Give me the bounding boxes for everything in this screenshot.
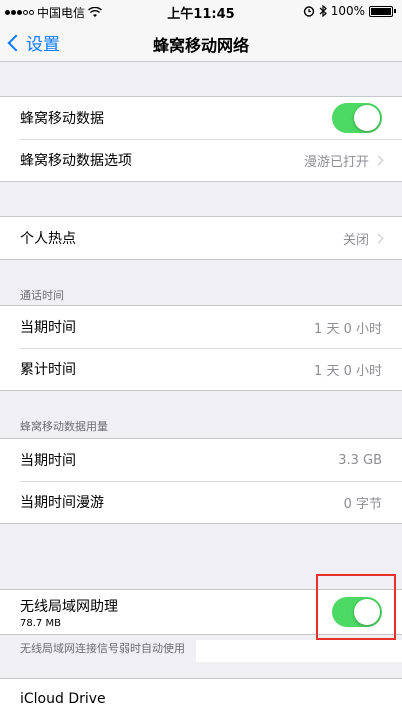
wifi-assist-note: 无线局域网连接信号弱时自动使用 [20, 642, 185, 655]
chevron-right-icon [373, 155, 384, 165]
icloud-label: iCloud Drive [20, 691, 106, 707]
hotspot-label: 个人热点 [20, 231, 76, 247]
bluetooth-icon [319, 5, 327, 17]
usage-current-value: 3.3 GB [338, 452, 382, 468]
cellular-data-label: 蜂窝移动数据 [20, 111, 104, 127]
battery-icon [369, 5, 393, 17]
chevron-right-icon [373, 233, 384, 243]
hotspot-row[interactable]: 个人热点 关闭 [0, 217, 402, 259]
usage-current-label: 当期时间 [20, 453, 76, 469]
nav-bar: 设置 蜂窝移动网络 [0, 22, 402, 62]
cellular-options-label: 蜂窝移动数据选项 [20, 153, 132, 169]
status-right: 100% [303, 4, 396, 18]
usage-current-row: 当期时间 3.3 GB [0, 439, 402, 481]
data-usage-group: 当期时间 3.3 GB 当期时间漫游 0 字节 [0, 438, 402, 524]
highlight-box [316, 574, 396, 640]
icloud-row[interactable]: iCloud Drive [0, 679, 402, 714]
white-overlay [196, 640, 402, 662]
call-current-value: 1 天 0 小时 [314, 321, 382, 337]
page-title: 蜂窝移动网络 [152, 36, 249, 55]
cellular-data-row: 蜂窝移动数据 [0, 97, 402, 139]
call-time-header: 通话时间 [20, 289, 64, 302]
hotspot-value: 关闭 [342, 232, 369, 248]
cellular-options-value: 漫游已打开 [303, 154, 369, 170]
status-bar: 中国电信 上午11:45 100% [0, 0, 402, 22]
hotspot-value-wrap: 关闭 [342, 229, 384, 248]
call-current-label: 当期时间 [20, 320, 76, 336]
icloud-group: iCloud Drive [0, 678, 402, 714]
call-total-label: 累计时间 [20, 362, 76, 378]
wifi-assist-label: 无线局域网助理 [20, 598, 118, 615]
cellular-options-row[interactable]: 蜂窝移动数据选项 漫游已打开 [0, 139, 402, 181]
battery-percent: 100% [330, 4, 365, 18]
wifi-assist-size: 78.7 MB [20, 617, 61, 629]
cellular-data-toggle[interactable] [332, 103, 382, 133]
usage-roaming-row: 当期时间漫游 0 字节 [0, 481, 402, 523]
call-total-row: 累计时间 1 天 0 小时 [0, 348, 402, 390]
cellular-group: 蜂窝移动数据 蜂窝移动数据选项 漫游已打开 [0, 96, 402, 182]
call-total-value: 1 天 0 小时 [314, 363, 382, 379]
cellular-options-value-wrap: 漫游已打开 [303, 151, 384, 170]
battery-tip [394, 9, 396, 13]
alarm-icon [303, 6, 314, 17]
wifi-assist-text: 无线局域网助理 78.7 MB [20, 596, 118, 629]
usage-roaming-label: 当期时间漫游 [20, 495, 104, 511]
call-time-group: 当期时间 1 天 0 小时 累计时间 1 天 0 小时 [0, 305, 402, 391]
usage-roaming-value: 0 字节 [343, 496, 382, 512]
hotspot-group: 个人热点 关闭 [0, 216, 402, 260]
data-usage-header: 蜂窝移动数据用量 [20, 420, 108, 433]
call-current-row: 当期时间 1 天 0 小时 [0, 306, 402, 348]
